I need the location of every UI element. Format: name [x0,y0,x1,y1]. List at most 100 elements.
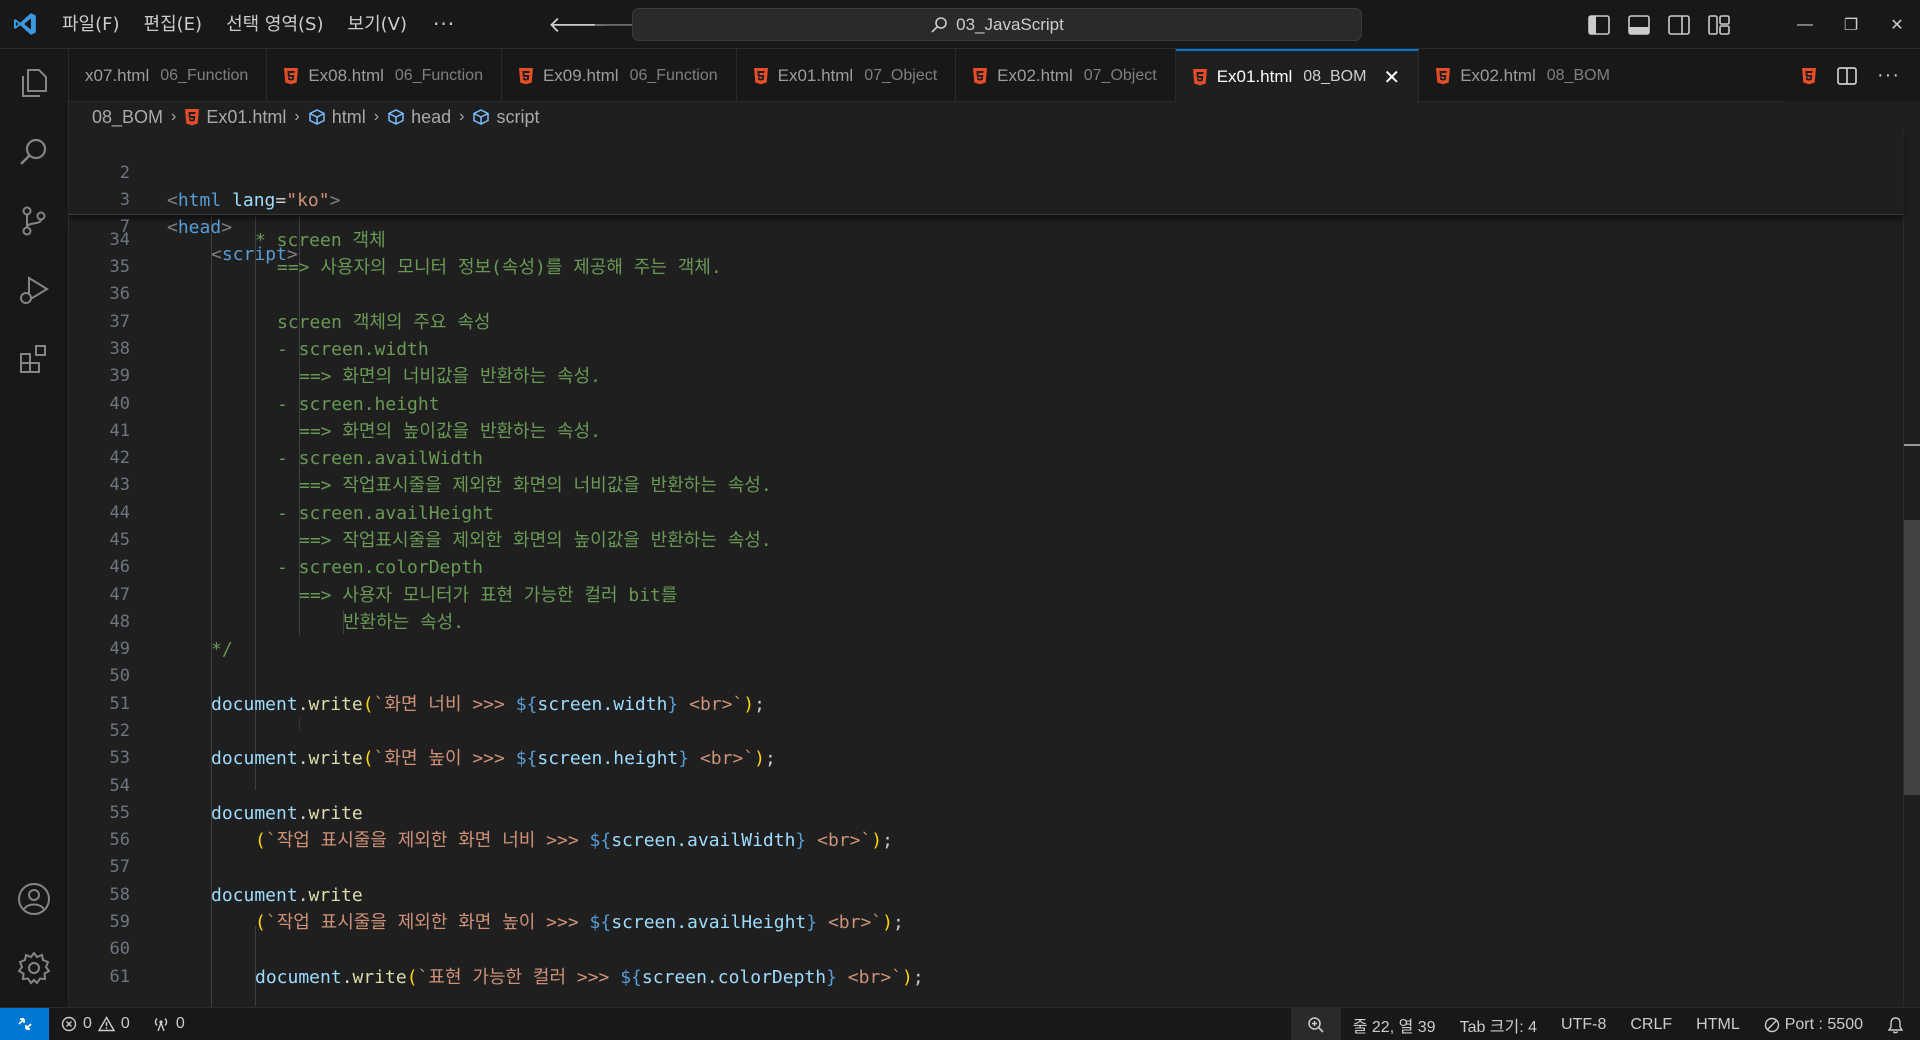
code-text: ==> 작업표시줄을 제외한 화면의 높이값을 반환하는 속성. [299,530,772,551]
activity-bar [0,49,69,1007]
run-debug-icon[interactable] [14,270,54,310]
code-line[interactable]: 53 document.write(`화면 높이 >>> ${screen.hei… [69,745,1903,772]
code-line[interactable]: 60 [69,936,1903,963]
html5-icon [185,109,200,126]
code-line[interactable]: 42 - screen.availWidth [69,445,1903,472]
menu-file[interactable]: 파일(F) [50,0,132,49]
sticky-line[interactable]: 2 <html lang="ko"> [69,133,1903,211]
code-line[interactable]: 43 ==> 작업표시줄을 제외한 화면의 너비값을 반환하는 속성. [69,472,1903,499]
code-line[interactable]: 47 ==> 사용자 모니터가 표현 가능한 컬러 bit를 [69,582,1903,609]
customize-layout-icon[interactable] [1708,14,1730,35]
extensions-icon[interactable] [14,339,54,379]
breadcrumb-folder[interactable]: 08_BOM [92,107,163,128]
back-arrow-icon[interactable]: 🡐 [548,12,607,38]
search-sidebar-icon[interactable] [14,133,54,173]
split-editor-icon[interactable] [1837,66,1857,86]
code-line[interactable]: 45 ==> 작업표시줄을 제외한 화면의 높이값을 반환하는 속성. [69,527,1903,554]
language-mode[interactable]: HTML [1684,1008,1752,1040]
sticky-line[interactable]: 3 <head> [69,160,1903,238]
live-server-port[interactable]: Port : 5500 [1752,1008,1875,1040]
code-line[interactable]: 52 [69,718,1903,745]
toggle-panel-icon[interactable] [1628,14,1650,35]
code-line[interactable]: 59 (`작업 표시줄을 제외한 화면 높이 >>> ${screen.avail… [69,909,1903,936]
notifications-bell-icon[interactable] [1875,1008,1920,1040]
close-window-icon[interactable]: ✕ [1874,15,1920,35]
breadcrumb-symbol-script[interactable]: script [472,107,539,128]
explorer-icon[interactable] [14,63,54,103]
cursor-position[interactable]: 줄 22, 열 39 [1341,1008,1448,1040]
code-template-tail: <br> [678,694,733,715]
code-expression: screen.colorDepth [641,967,827,988]
tab-ex01-bom-active[interactable]: Ex01.html 08_BOM ✕ [1175,49,1420,103]
remote-indicator-icon[interactable] [0,1007,49,1040]
file-encoding[interactable]: UTF-8 [1549,1008,1618,1040]
menu-view[interactable]: 보기(V) [336,0,419,49]
end-of-line[interactable]: CRLF [1618,1008,1684,1040]
close-tab-icon[interactable]: ✕ [1383,65,1400,90]
code-template: 작업 표시줄을 제외한 화면 너비 >>> [276,830,590,851]
ports-indicator[interactable]: 0 [152,1015,185,1033]
zoom-indicator[interactable] [1290,1008,1341,1040]
tab-ex08[interactable]: Ex08.html 06_Function [267,49,502,102]
breadcrumb-symbol-head[interactable]: head [387,107,451,128]
code-editor[interactable]: 2 <html lang="ko"> 3 <head> 7 <script> 3… [69,132,1920,1007]
code-line[interactable]: 57 [69,854,1903,881]
code-line[interactable]: 44 - screen.availHeight [69,500,1903,527]
forward-arrow-icon[interactable]: 🡒 [592,12,651,38]
code-line[interactable]: 58 document.write [69,882,1903,909]
sticky-scroll-header[interactable]: 2 <html lang="ko"> 3 <head> 7 <script> [69,132,1903,265]
breadcrumb-symbol-label: html [331,106,366,127]
tab-ex01-object[interactable]: Ex01.html 07_Object [737,49,957,102]
line-number: 55 [109,803,130,823]
warning-count: 0 [120,1015,130,1032]
menu-selection[interactable]: 선택 영역(S) [214,0,335,49]
code-line[interactable]: 50 [69,663,1903,690]
menu-edit[interactable]: 편집(E) [132,0,215,49]
code-text: - screen.availHeight [277,503,494,524]
tab-ex02-bom[interactable]: Ex02.html 08_BOM [1419,49,1628,102]
source-control-icon[interactable] [14,201,54,241]
code-line[interactable]: 36 [69,281,1903,308]
code-line[interactable]: 55 document.write [69,800,1903,827]
tab-ex02-object[interactable]: Ex02.html 07_Object [956,49,1176,102]
code-line[interactable]: 35 ==> 사용자의 모니터 정보(속성)를 제공해 주는 객체. [69,254,1903,281]
toggle-primary-sidebar-icon[interactable] [1588,14,1610,35]
line-number: 59 [109,912,130,932]
toggle-secondary-sidebar-icon[interactable] [1668,14,1690,35]
problems-indicator[interactable]: 0 0 [61,1015,130,1033]
tab-ex09[interactable]: Ex09.html 06_Function [502,49,737,102]
code-line[interactable]: 49 */ [69,636,1903,663]
sticky-line[interactable]: 7 <script> [69,187,1903,265]
tab-x07[interactable]: x07.html 06_Function [69,49,268,102]
tab-directory: 07_Object [1083,66,1157,84]
code-line[interactable]: 39 ==> 화면의 너비값을 반환하는 속성. [69,363,1903,390]
command-center-search[interactable]: 03_JavaScript [632,8,1362,41]
restore-icon[interactable]: ❐ [1828,15,1874,35]
accounts-icon[interactable] [14,879,54,919]
code-line[interactable]: 48 반환하는 속성. [69,609,1903,636]
tab-size[interactable]: Tab 크기: 4 [1448,1008,1549,1040]
settings-gear-icon[interactable] [14,948,54,988]
code-line[interactable]: 37 screen 객체의 주요 속성 [69,309,1903,336]
breadcrumb-symbol-html[interactable]: html [308,107,366,128]
minimize-icon[interactable]: — [1782,16,1828,34]
breadcrumb-file[interactable]: Ex01.html [184,107,286,128]
code-line[interactable]: 38 - screen.width [69,336,1903,363]
code-line[interactable]: 54 [69,773,1903,800]
code-line[interactable]: 51 document.write(`화면 너비 >>> ${screen.wid… [69,691,1903,718]
open-preview-html5-icon[interactable] [1801,67,1817,85]
vertical-scrollbar[interactable] [1903,132,1920,1007]
more-actions-icon[interactable]: ··· [1877,64,1900,87]
line-number: 7 [119,217,130,237]
scrollbar-thumb[interactable] [1904,520,1920,795]
code-line[interactable]: 56 (`작업 표시줄을 제외한 화면 너비 >>> ${screen.avail… [69,827,1903,854]
line-number: 51 [109,694,130,714]
tab-directory: 06_Function [394,66,483,84]
code-line[interactable]: 46 - screen.colorDepth [69,554,1903,581]
code-line[interactable]: 41 ==> 화면의 높이값을 반환하는 속성. [69,418,1903,445]
menu-more-button[interactable]: ··· [419,0,469,49]
code-line[interactable]: 40 - screen.height [69,391,1903,418]
code-function: write [308,694,363,715]
code-line[interactable]: 34 * screen 객체 [69,227,1903,254]
code-line[interactable]: 61 document.write(`표현 가능한 컬러 >>> ${screen… [69,964,1903,991]
